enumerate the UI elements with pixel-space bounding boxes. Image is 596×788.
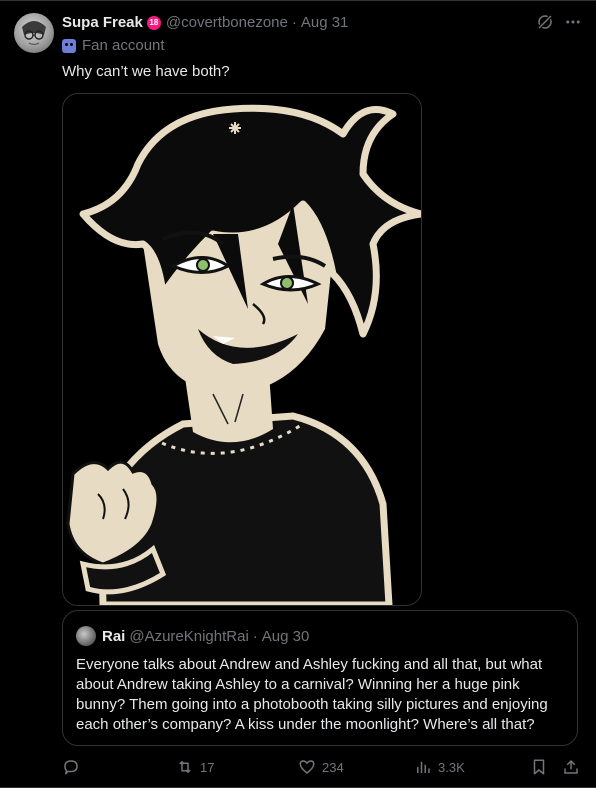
retweet-count: 17: [200, 759, 215, 775]
tweet-text: Why can’t we have both?: [62, 63, 230, 80]
top-divider: [0, 0, 596, 1]
tweet-actions-bar: 17 234 3.3K: [62, 758, 582, 782]
quoted-tweet-date: Aug 30: [261, 627, 310, 645]
author-handle[interactable]: @covertbonezone: [166, 14, 288, 31]
quoted-author-display-name: Rai: [102, 627, 126, 645]
quoted-tweet-text: Everyone talks about Andrew and Ashley f…: [76, 656, 548, 733]
views-button[interactable]: 3.3K: [414, 758, 465, 776]
quoted-tweet-header: Rai @AzureKnightRai · Aug 30: [76, 626, 309, 646]
views-icon: [414, 758, 438, 776]
bookmark-button[interactable]: [530, 758, 554, 776]
more-icon[interactable]: [564, 13, 582, 31]
grok-icon[interactable]: [536, 13, 554, 31]
age-badge-icon: 18: [146, 15, 161, 30]
share-icon: [562, 758, 586, 776]
quoted-author-avatar: [76, 626, 96, 646]
author-display-name[interactable]: Supa Freak: [62, 14, 143, 31]
reply-button[interactable]: [62, 758, 86, 776]
quoted-author-handle: @AzureKnightRai: [129, 627, 249, 645]
views-count: 3.3K: [438, 759, 465, 775]
like-icon: [298, 758, 322, 776]
tweet-header: Supa Freak 18 @covertbonezone · Aug 31: [62, 14, 348, 31]
tweet-top-actions: [536, 13, 582, 31]
account-label[interactable]: Fan account: [62, 37, 165, 54]
account-label-text: Fan account: [82, 37, 165, 54]
share-button[interactable]: [562, 758, 586, 776]
tweet-media-image[interactable]: [62, 93, 422, 606]
fan-account-label-icon: [62, 38, 76, 53]
separator-dot: ·: [291, 14, 297, 31]
author-avatar[interactable]: [14, 13, 54, 53]
reply-icon: [62, 758, 86, 776]
retweet-button[interactable]: 17: [176, 758, 214, 776]
tweet-date[interactable]: Aug 31: [301, 14, 349, 31]
like-count: 234: [322, 759, 344, 775]
bookmark-icon: [530, 758, 554, 776]
retweet-icon: [176, 758, 200, 776]
quoted-tweet[interactable]: Rai @AzureKnightRai · Aug 30 Everyone ta…: [62, 610, 578, 746]
separator-dot: ·: [252, 627, 258, 645]
like-button[interactable]: 234: [298, 758, 344, 776]
